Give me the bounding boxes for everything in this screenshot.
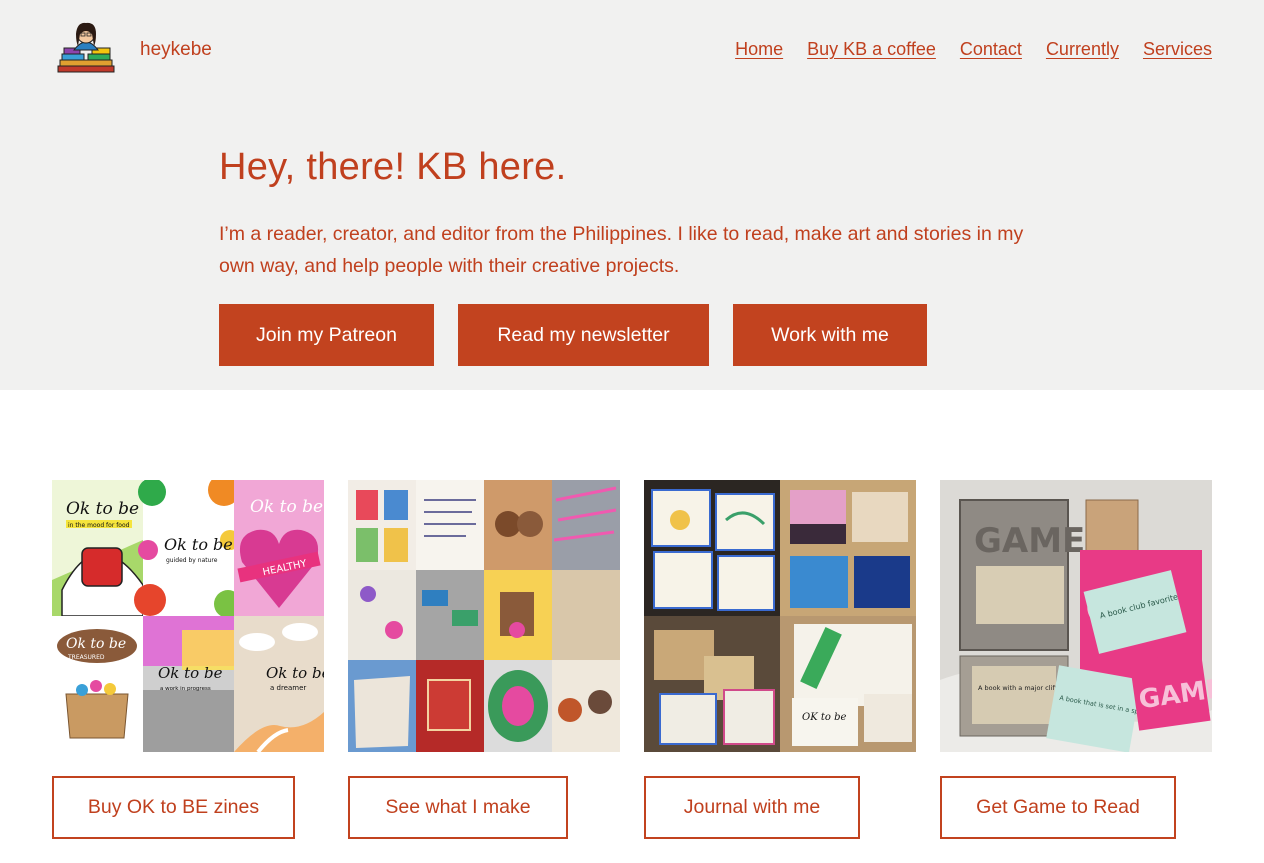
buy-zines-button[interactable]: Buy OK to BE zines [52, 776, 295, 839]
nav-contact[interactable]: Contact [960, 39, 1022, 60]
zine-tile-6-sub: a dreamer [270, 684, 306, 692]
zine-tile-4-sub: TREASURED [67, 654, 105, 661]
card-zines: Ok to be in the mood for food Ok to be g… [52, 480, 324, 839]
nav-currently[interactable]: Currently [1046, 39, 1119, 60]
zine-tile-5-sub: a work in progress [160, 686, 211, 692]
hero-intro: I’m a reader, creator, and editor from t… [219, 223, 1024, 277]
nav-services[interactable]: Services [1143, 39, 1212, 60]
work-with-me-button[interactable]: Work with me [733, 304, 927, 366]
zine-tile-2-sub: guided by nature [166, 557, 218, 564]
card-art: See what I make [348, 480, 620, 839]
card-journal: OK to be Journal with me [644, 480, 916, 839]
zine-tile-4-title: Ok to be [66, 636, 126, 652]
nav-home[interactable]: Home [735, 39, 783, 60]
site-title[interactable]: heykebe [140, 39, 212, 61]
zine-tile-3-title: Ok to be [250, 497, 323, 517]
see-what-i-make-button[interactable]: See what I make [348, 776, 568, 839]
site-logo-avatar[interactable] [56, 20, 116, 76]
zine-tile-1-sub: in the mood for food [68, 522, 130, 529]
card-game: GAME GA A book club favorite A book with… [940, 480, 1212, 839]
nav-buy-kb-a-coffee[interactable]: Buy KB a coffee [807, 39, 936, 60]
journal-ok-to-be-note: OK to be [802, 712, 846, 723]
art-collage-image[interactable] [348, 480, 620, 752]
hero-headline: Hey, there! KB here. [219, 146, 567, 188]
zine-tile-1-title: Ok to be [66, 499, 139, 519]
game-box-title-gray: GAME [974, 521, 1085, 561]
journal-with-me-button[interactable]: Journal with me [644, 776, 860, 839]
get-game-to-read-button[interactable]: Get Game to Read [940, 776, 1176, 839]
journal-collage-image[interactable]: OK to be [644, 480, 916, 752]
cta-row: Join my Patreon Read my newsletter Work … [219, 304, 927, 366]
join-patreon-button[interactable]: Join my Patreon [219, 304, 434, 366]
zine-tile-2-title: Ok to be [164, 535, 233, 554]
read-newsletter-button[interactable]: Read my newsletter [458, 304, 709, 366]
zine-tile-6-title: Ok to be [266, 664, 324, 682]
game-to-read-image[interactable]: GAME GA A book club favorite A book with… [940, 480, 1212, 752]
main-nav: Home Buy KB a coffee Contact Currently S… [735, 39, 1212, 60]
zines-collage-image[interactable]: Ok to be in the mood for food Ok to be g… [52, 480, 324, 752]
zine-tile-5-title: Ok to be [158, 664, 223, 682]
